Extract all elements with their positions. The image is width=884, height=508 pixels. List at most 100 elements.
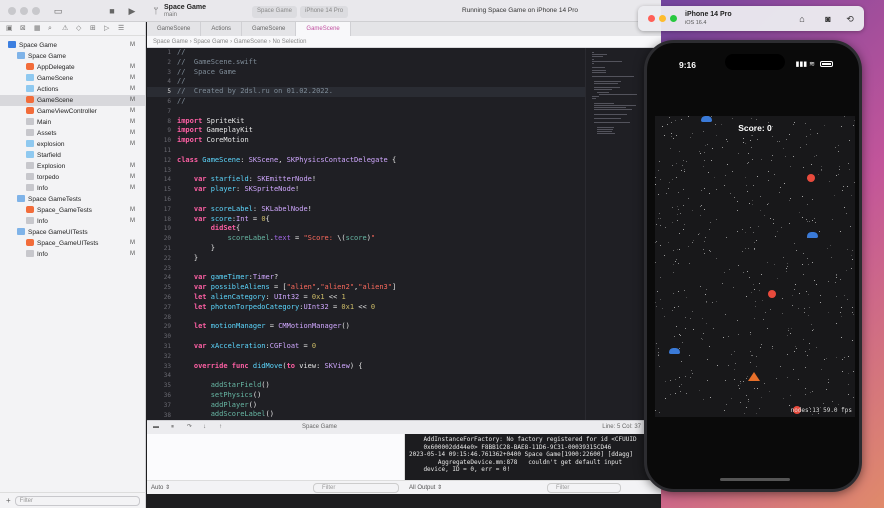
auto-variables-select[interactable]: Auto ⇕ [151,484,170,491]
line-number[interactable]: 12 [147,156,171,166]
run-icon[interactable]: ▶ [126,5,138,17]
pause-icon[interactable]: ⏸ [171,421,174,434]
code-line[interactable]: class GameScene: SKScene, SKPhysicsConta… [177,156,396,166]
navigator-item[interactable]: GameScene M [0,73,145,84]
variables-filter-input[interactable]: Filter [313,483,399,493]
line-number[interactable]: 18 [147,215,171,225]
source-control-icon[interactable]: ⊠ [20,25,28,33]
console-filter-input[interactable]: Filter [547,483,621,493]
line-number[interactable]: 38 [147,411,171,420]
code-line[interactable]: import SpriteKit [177,117,396,127]
line-number[interactable]: 31 [147,342,171,352]
line-number[interactable]: 22 [147,254,171,264]
code-line[interactable]: let photonTorpedoCategory:UInt32 = 0x1 <… [177,303,396,313]
code-line[interactable]: didSet{ [177,224,396,234]
code-line[interactable]: var scoreLabel: SKLabelNode! [177,205,396,215]
search-icon[interactable]: ⌕ [48,25,56,33]
line-number[interactable]: 28 [147,313,171,323]
line-number[interactable]: 33 [147,362,171,372]
navigator-item[interactable]: Main M [0,117,145,128]
line-number[interactable]: 2 [147,58,171,68]
line-number[interactable]: 11 [147,146,171,156]
line-number[interactable]: 4 [147,77,171,87]
scheme-pill[interactable]: Space Game [252,6,298,18]
code-line[interactable]: override func didMove(to view: SKView) { [177,362,396,372]
sim-minimize-button[interactable] [659,15,666,22]
navigator-item[interactable]: torpedo M [0,172,145,183]
line-number[interactable]: 17 [147,205,171,215]
navigator-item[interactable]: Info M [0,249,145,260]
navigator-item[interactable]: Space_GameUITests M [0,238,145,249]
line-number[interactable]: 23 [147,264,171,274]
code-line[interactable]: var starfield: SKEmitterNode! [177,175,396,185]
output-select[interactable]: All Output ⇕ [409,484,442,491]
navigator-item[interactable]: explosion M [0,139,145,150]
navigator-item[interactable]: Info M [0,216,145,227]
jump-symbol[interactable]: No Selection [272,39,306,45]
line-number[interactable]: 37 [147,401,171,411]
scheme-title[interactable]: Space Game [164,4,206,11]
jump-group[interactable]: Space Game [193,39,228,45]
issue-icon[interactable]: ⚠ [62,25,70,33]
code-line[interactable] [177,166,396,176]
navigator-item[interactable]: Starfield [0,150,145,161]
tab-actions[interactable]: Actions [201,22,243,36]
home-icon[interactable]: ⌂ [796,13,808,25]
code-line[interactable] [177,313,396,323]
line-number[interactable]: 25 [147,283,171,293]
code-line[interactable]: var score:Int = 0{ [177,215,396,225]
line-number[interactable]: 15 [147,185,171,195]
step-over-icon[interactable]: ↷ [187,421,192,434]
navigator-item[interactable]: GameScene M [0,95,145,106]
line-number[interactable]: 1 [147,48,171,58]
tab-gamescene-swift[interactable]: GameScene [296,22,351,36]
stop-icon[interactable]: ■ [106,5,118,17]
line-number[interactable]: 7 [147,107,171,117]
line-number[interactable]: 30 [147,332,171,342]
navigator-item[interactable]: Space GameTests [0,194,145,205]
navigator-item[interactable]: Space Game M [0,40,145,51]
step-out-icon[interactable]: ↑ [219,421,222,434]
code-line[interactable] [177,146,396,156]
navigator-item[interactable]: Actions M [0,84,145,95]
navigator-item[interactable]: AppDelegate M [0,62,145,73]
game-scene-view[interactable]: Score: 0 nodes:13 59.0 fps [655,116,855,417]
code-text[interactable]: //// GameScene.swift// Space Game//// Cr… [177,48,396,420]
sidebar-toggle-icon[interactable]: ▭ [52,5,64,17]
tab-gamescene-sks[interactable]: GameScene [147,22,202,36]
tab-gamescene-2[interactable]: GameScene [242,22,297,36]
code-line[interactable] [177,332,396,342]
code-line[interactable]: addScoreLabel() [177,410,396,420]
navigator-item[interactable]: Space_GameTests M [0,205,145,216]
minimize-window-button[interactable] [20,7,28,15]
code-line[interactable]: var possibleAliens = ["alien","alien2","… [177,283,396,293]
code-line[interactable] [177,352,396,362]
code-line[interactable]: let alienCategory: UInt32 = 0x1 << 1 [177,293,396,303]
code-line[interactable]: var xAcceleration:CGFloat = 0 [177,342,396,352]
code-line[interactable]: import GameplayKit [177,126,396,136]
line-number[interactable]: 29 [147,322,171,332]
navigator-filter-input[interactable]: Filter [14,495,140,506]
line-number[interactable]: 9 [147,126,171,136]
code-line[interactable]: import CoreMotion [177,136,396,146]
code-line[interactable]: let motionManager = CMMotionManager() [177,322,396,332]
jump-bar[interactable]: Space Game › Space Game › GameScene › No… [147,36,661,48]
code-line[interactable]: var player: SKSpriteNode! [177,185,396,195]
screenshot-icon[interactable]: ◙ [822,13,834,25]
line-number[interactable]: 3 [147,68,171,78]
line-number[interactable]: 32 [147,352,171,362]
line-number[interactable]: 27 [147,303,171,313]
line-number[interactable]: 13 [147,166,171,176]
line-number[interactable]: 20 [147,234,171,244]
step-in-icon[interactable]: ↓ [203,421,206,434]
rotate-icon[interactable]: ⟲ [844,13,856,25]
code-line[interactable]: } [177,254,396,264]
code-line[interactable] [177,195,396,205]
navigator-item[interactable]: Space GameUITests [0,227,145,238]
run-destination[interactable]: Space Game iPhone 14 Pro [252,6,349,18]
line-number[interactable]: 24 [147,273,171,283]
code-line[interactable]: // [177,97,396,107]
folder-icon[interactable]: ▣ [6,25,14,33]
line-number[interactable]: 10 [147,136,171,146]
navigator-item[interactable]: Space Game [0,51,145,62]
